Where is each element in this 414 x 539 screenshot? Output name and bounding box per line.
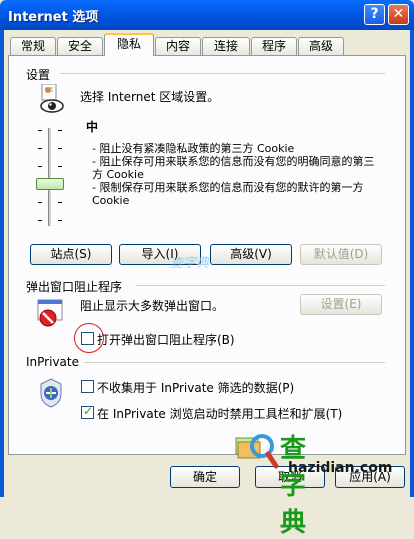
sites-button[interactable]: 站点(S) <box>30 244 112 265</box>
watermark-logo: 查字典 <box>170 256 210 271</box>
inprivate-header: InPrivate <box>26 355 79 369</box>
inprivate-filtering-checkbox[interactable] <box>81 380 94 393</box>
tab-security[interactable]: 安全 <box>57 37 103 55</box>
tab-programs[interactable]: 程序 <box>251 37 297 55</box>
window-frame-right <box>410 30 414 497</box>
tab-privacy[interactable]: 隐私 <box>104 33 154 56</box>
slider-tick <box>58 148 62 149</box>
popup-separator <box>136 285 385 286</box>
privacy-slider-track[interactable] <box>48 128 52 226</box>
privacy-eye-icon <box>38 83 66 114</box>
privacy-slider-thumb[interactable] <box>36 178 64 190</box>
popup-blocked-icon <box>36 298 66 328</box>
slider-tick <box>38 166 42 167</box>
slider-tick <box>58 130 62 131</box>
popup-settings-button[interactable]: 设置(E) <box>300 294 382 315</box>
close-button[interactable]: ✕ <box>388 4 409 25</box>
slider-tick <box>58 202 62 203</box>
settings-header: 设置 <box>26 68 51 82</box>
inprivate-toolbars-label[interactable]: 在 InPrivate 浏览启动时禁用工具栏和扩展(T) <box>97 405 342 422</box>
popup-header: 弹出窗口阻止程序 <box>26 280 123 294</box>
popup-description: 阻止显示大多数弹出窗口。 <box>80 299 225 313</box>
help-button[interactable]: ? <box>364 4 385 25</box>
popup-blocker-label[interactable]: 打开弹出窗口阻止程序(B) <box>97 331 235 348</box>
tab-connections[interactable]: 连接 <box>202 37 250 55</box>
inprivate-filtering-label[interactable]: 不收集用于 InPrivate 筛选的数据(P) <box>97 379 294 396</box>
settings-prompt: 选择 Internet 区域设置。 <box>80 90 220 104</box>
advanced-button[interactable]: 高级(V) <box>210 244 292 265</box>
ok-button[interactable]: 确定 <box>170 466 240 488</box>
privacy-description: - 阻止没有紧凑隐私政策的第三方 Cookie - 阻止保存可用来联系您的信息而… <box>92 142 375 207</box>
slider-tick <box>38 148 42 149</box>
settings-separator <box>60 73 385 74</box>
tab-advanced[interactable]: 高级 <box>298 37 344 55</box>
slider-tick <box>38 130 42 131</box>
inprivate-separator <box>84 362 385 363</box>
window-title: Internet 选项 <box>8 10 99 25</box>
watermark-url: hazidian.com <box>288 460 393 476</box>
privacy-level: 中 <box>86 120 99 134</box>
popup-blocker-checkbox[interactable] <box>81 332 94 345</box>
slider-tick <box>58 166 62 167</box>
slider-tick <box>58 220 62 221</box>
tab-general[interactable]: 常规 <box>10 37 56 55</box>
default-button[interactable]: 默认值(D) <box>300 244 382 265</box>
magnifier-icon <box>235 434 279 469</box>
window-frame-left <box>0 30 4 497</box>
inprivate-icon <box>36 376 66 410</box>
tab-content[interactable]: 内容 <box>155 37 201 55</box>
slider-tick <box>38 202 42 203</box>
slider-tick <box>38 220 42 221</box>
watermark-text: 查字典 <box>280 434 309 538</box>
inprivate-toolbars-checkbox[interactable] <box>81 404 94 419</box>
